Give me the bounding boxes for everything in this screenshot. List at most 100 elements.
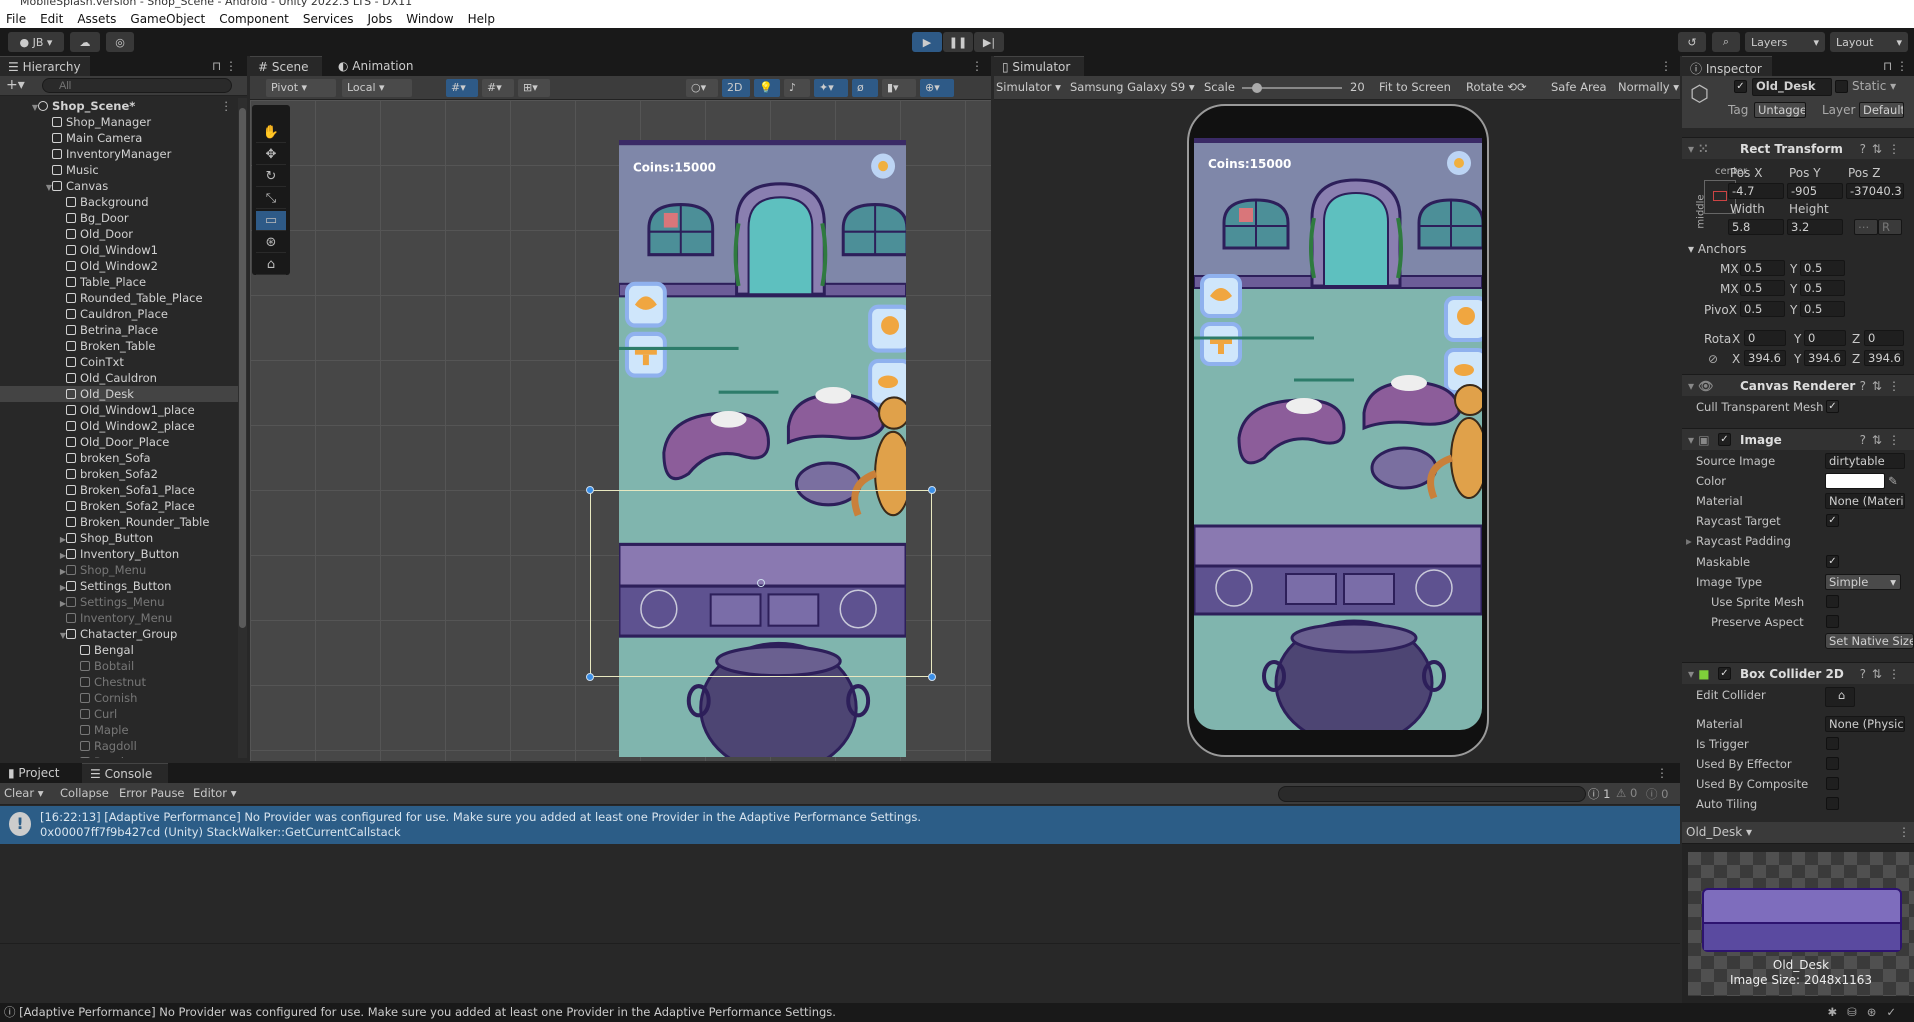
status-icons[interactable]: ✱⛁⊛✓ xyxy=(1827,1003,1906,1022)
canvas-renderer-header[interactable]: ▾ 👁 Canvas Renderer ?⇅⋮ xyxy=(1682,374,1914,396)
play-button[interactable]: ▶ xyxy=(912,32,942,52)
width-input[interactable]: 5.8 xyxy=(1728,219,1784,235)
tab-inspector[interactable]: ⓘ Inspector xyxy=(1682,56,1772,76)
rotate-tool[interactable]: ↻ xyxy=(256,167,286,187)
preview-object-dropdown[interactable]: Old_Desk ▾ xyxy=(1686,825,1752,839)
gizmos-button[interactable]: ⊕▾ xyxy=(920,79,954,97)
pivot-x-input[interactable]: 0.5 xyxy=(1740,301,1785,317)
safe-area-button[interactable]: Safe Area xyxy=(1551,80,1607,94)
account-button[interactable]: ● JB ▾ xyxy=(8,32,64,52)
layout-dropdown[interactable]: Layout ▾ xyxy=(1830,32,1908,52)
rotation-z-input[interactable]: 0 xyxy=(1864,330,1904,346)
lighting-toggle[interactable]: 💡 xyxy=(754,79,780,97)
snap-increment-button[interactable]: #▾ xyxy=(482,79,514,97)
is-trigger-checkbox[interactable] xyxy=(1826,737,1839,750)
pos-x-input[interactable]: -4.7 xyxy=(1728,183,1784,199)
camera-button[interactable]: ▮▾ xyxy=(882,79,916,97)
hierarchy-item[interactable]: Music xyxy=(0,162,238,178)
anchor-max-y-input[interactable]: 0.5 xyxy=(1800,280,1845,296)
hierarchy-item[interactable]: ▶ Shop_Menu xyxy=(0,562,238,578)
hierarchy-item[interactable]: Background xyxy=(0,194,238,210)
hierarchy-item[interactable]: Old_Cauldron xyxy=(0,370,238,386)
hierarchy-item[interactable]: ▶ Shop_Button xyxy=(0,530,238,546)
image-header[interactable]: ▾ ▣ ✓ Image ?⇅⋮ xyxy=(1682,428,1914,450)
anchor-min-y-input[interactable]: 0.5 xyxy=(1800,260,1845,276)
effects-toggle[interactable]: ✦▾ xyxy=(814,79,848,97)
hierarchy-item[interactable]: Curl xyxy=(0,706,238,722)
eyedropper-icon[interactable]: ✎ xyxy=(1888,472,1898,490)
tab-animation[interactable]: ◐ Animation xyxy=(330,56,421,76)
menu-help[interactable]: Help xyxy=(468,12,495,26)
shop-item-button-1[interactable] xyxy=(868,304,912,353)
maskable-checkbox[interactable]: ✓ xyxy=(1826,555,1839,568)
hierarchy-item[interactable]: InventoryManager xyxy=(0,146,238,162)
more-icon[interactable]: ⋮ xyxy=(1660,59,1672,73)
scene-view[interactable]: Coins:15000 ✋ ✥ ↻ ⤡ ▭ ⊛ ⌂ xyxy=(250,100,991,761)
menu-window[interactable]: Window xyxy=(406,12,453,26)
hierarchy-item[interactable]: Old_Door xyxy=(0,226,238,242)
hierarchy-item[interactable]: Inventory_Menu xyxy=(0,610,238,626)
used-by-composite-checkbox[interactable] xyxy=(1826,777,1839,790)
ruler-button[interactable]: ⊞▾ xyxy=(518,79,550,97)
static-dropdown[interactable]: Static ▾ xyxy=(1852,79,1896,93)
hierarchy-item[interactable]: Ragdoll xyxy=(0,738,238,754)
rotate-button[interactable]: Rotate ⟲⟳ xyxy=(1466,80,1527,94)
tab-simulator[interactable]: ▯ Simulator xyxy=(994,56,1084,76)
shading-button[interactable]: ○▾ xyxy=(686,79,718,97)
anchor-min-x-input[interactable]: 0.5 xyxy=(1740,260,1785,276)
hierarchy-item[interactable]: ▶ Settings_Button xyxy=(0,578,238,594)
hierarchy-item[interactable]: CoinTxt xyxy=(0,354,238,370)
console-splitter[interactable] xyxy=(0,943,1680,944)
simulator-mode-dropdown[interactable]: Simulator ▾ xyxy=(996,80,1061,94)
set-native-size-button[interactable]: Set Native Size xyxy=(1825,633,1914,649)
hierarchy-item[interactable]: Broken_Sofa2_Place xyxy=(0,498,238,514)
hierarchy-item[interactable]: Old_Window1 xyxy=(0,242,238,258)
more-icon[interactable]: ⋮ xyxy=(1898,825,1910,839)
pivot-handle[interactable] xyxy=(757,579,765,587)
image-type-dropdown[interactable]: Simple ▾ xyxy=(1825,574,1901,590)
component-menu-icons[interactable]: ?⇅⋮ xyxy=(1860,429,1906,451)
object-name-input[interactable]: Old_Desk xyxy=(1752,78,1832,96)
2d-toggle[interactable]: 2D xyxy=(722,79,750,97)
shop-button[interactable] xyxy=(624,281,667,328)
scale-z-input[interactable]: 394.6 xyxy=(1864,350,1904,366)
physics-material-field[interactable]: None (Physics Material 2D) xyxy=(1825,716,1905,732)
fit-to-screen-button[interactable]: Fit to Screen xyxy=(1379,80,1451,94)
menu-component[interactable]: Component xyxy=(219,12,289,26)
tab-hierarchy[interactable]: ☰ Hierarchy xyxy=(0,56,90,76)
status-bar[interactable]: ⓘ [Adaptive Performance] No Provider was… xyxy=(0,1003,1914,1022)
hierarchy-item[interactable]: Rounded_Table_Place xyxy=(0,290,238,306)
collapse-button[interactable]: Collapse xyxy=(60,786,109,800)
transform-tool[interactable]: ⊛ xyxy=(256,233,286,253)
collab-button[interactable]: ◎ xyxy=(106,32,134,52)
rect-tool[interactable]: ▭ xyxy=(256,211,286,231)
step-button[interactable]: ▶| xyxy=(974,32,1004,52)
resize-handle[interactable] xyxy=(586,486,594,494)
hierarchy-item[interactable]: Bengal xyxy=(0,642,238,658)
box-collider-header[interactable]: ▾ ■ ✓ Box Collider 2D ?⇅⋮ xyxy=(1682,662,1914,684)
hierarchy-item[interactable]: Shop_Manager xyxy=(0,114,238,130)
hierarchy-item[interactable]: Broken_Sofa1_Place xyxy=(0,482,238,498)
settings-flower-button[interactable] xyxy=(1447,151,1471,175)
menu-jobs[interactable]: Jobs xyxy=(368,12,393,26)
normally-dropdown[interactable]: Normally ▾ xyxy=(1618,80,1679,94)
scale-x-input[interactable]: 394.6 xyxy=(1744,350,1786,366)
component-menu-icons[interactable]: ?⇅⋮ xyxy=(1860,663,1906,685)
pos-y-input[interactable]: -905 xyxy=(1787,183,1843,199)
tab-scene[interactable]: # Scene xyxy=(250,56,322,76)
hierarchy-item[interactable]: Cauldron_Place xyxy=(0,306,238,322)
hierarchy-item[interactable]: Old_Window2 xyxy=(0,258,238,274)
editor-dropdown[interactable]: Editor ▾ xyxy=(193,786,236,800)
pivot-dropdown[interactable]: Pivot ▾ xyxy=(266,79,336,97)
raycast-padding-foldout[interactable]: ▸ Raycast Padding xyxy=(1682,532,1914,550)
scale-slider[interactable] xyxy=(1242,83,1342,93)
game-view[interactable]: Coins:15000 xyxy=(1194,138,1482,730)
hierarchy-item[interactable]: ▼ Shop_Scene* ⋮ xyxy=(0,98,238,114)
console-log-entry[interactable]: ! [16:22:13] [Adaptive Performance] No P… xyxy=(0,806,1680,844)
lock-icon[interactable]: ⊓ ⋮ xyxy=(1883,59,1908,73)
anchor-max-x-input[interactable]: 0.5 xyxy=(1740,280,1785,296)
lock-icon[interactable]: ⊓ ⋮ xyxy=(212,59,237,73)
hierarchy-item[interactable]: Old_Window2_place xyxy=(0,418,238,434)
clear-button[interactable]: Clear ▾ xyxy=(4,786,44,800)
menu-gameobject[interactable]: GameObject xyxy=(130,12,205,26)
